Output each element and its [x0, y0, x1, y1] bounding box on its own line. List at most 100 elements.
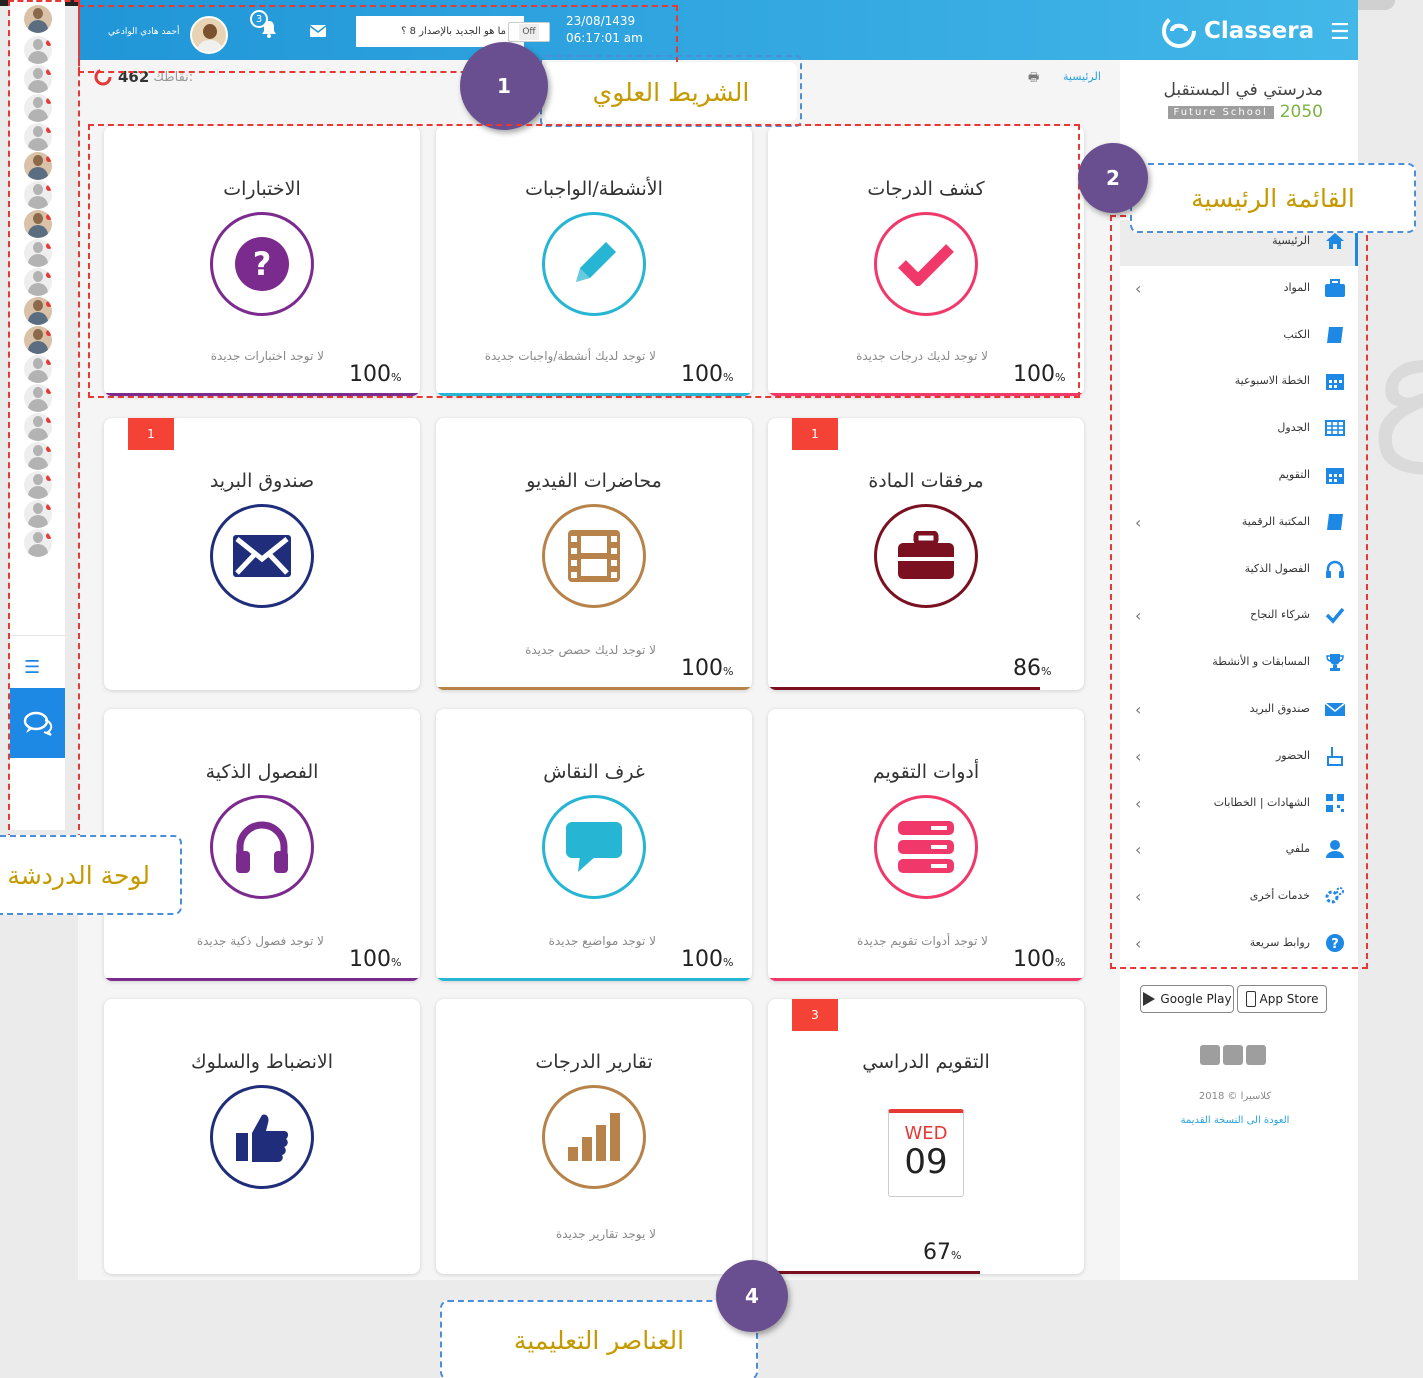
card-percent: 100%	[1013, 947, 1066, 972]
status-dot	[46, 243, 52, 249]
background-decoration: ع	[1370, 300, 1423, 474]
grades-row-highlight	[88, 124, 1080, 398]
twitter-icon[interactable]	[1223, 1045, 1243, 1065]
classera-logo-icon	[1162, 14, 1196, 48]
card-envelope[interactable]: 1 صندوق البريد	[104, 418, 420, 690]
card-percent-value: 67	[923, 1240, 951, 1265]
school-year: 2050	[1279, 102, 1323, 122]
chat-panel-callout: لوحة الدردشة	[0, 835, 182, 915]
card-briefcase[interactable]: 1 مرفقات المادة 86%	[768, 418, 1084, 690]
card-server[interactable]: أدوات التقويم لا توجد أدوات تقويم جديدة 10…	[768, 709, 1084, 981]
card-bar-chart[interactable]: تقارير الدرجات لا يوجد تقارير جديدة	[436, 999, 752, 1274]
status-dot	[46, 98, 52, 104]
card-title: غرف النقاش	[543, 761, 645, 783]
status-dot	[46, 504, 52, 510]
thumbs-up-icon	[210, 1085, 314, 1189]
card-title: تقارير الدرجات	[535, 1051, 653, 1073]
elements-callout: العناصر التعليمية	[440, 1300, 758, 1378]
card-badge: 1	[128, 418, 174, 450]
print-icon[interactable]: 🖶	[1028, 68, 1039, 89]
classera-logo[interactable]: Classera	[1160, 12, 1314, 50]
main-menu-callout: القائمة الرئيسية	[1130, 163, 1416, 233]
card-progress-bar	[768, 687, 1040, 690]
status-dot	[46, 417, 52, 423]
card-note: لا توجد أدوات تقويم جديدة	[856, 934, 988, 948]
card-title: الفصول الذكية	[205, 761, 319, 783]
card-title: الانضباط والسلوك	[191, 1051, 333, 1073]
card-title: التقويم الدراسي	[862, 1051, 990, 1073]
card-percent: 100%	[681, 947, 734, 972]
breadcrumb[interactable]: الرئيسية	[1063, 70, 1101, 83]
status-dot	[46, 272, 52, 278]
card-percent: 86%	[1013, 656, 1052, 681]
calendar-date: 09	[904, 1142, 948, 1182]
card-percent-value: 86	[1013, 656, 1041, 681]
status-dot	[46, 330, 52, 336]
envelope-icon	[210, 504, 314, 608]
school-logo: Future School 2050	[1167, 102, 1323, 122]
card-film[interactable]: محاضرات الفيديو لا توجد لديك حصص جديدة 100…	[436, 418, 752, 690]
card-title: محاضرات الفيديو	[526, 470, 662, 492]
card-percent-value: 100	[1013, 947, 1055, 972]
briefcase-icon	[874, 504, 978, 608]
card-title: أدوات التقويم	[872, 761, 980, 783]
card-percent: 67%	[923, 1240, 962, 1265]
card-progress-bar	[436, 978, 752, 981]
card-comment[interactable]: غرف النقاش لا توجد مواضيع جديدة 100%	[436, 709, 752, 981]
facebook-icon[interactable]	[1246, 1045, 1266, 1065]
card-title: صندوق البريد	[209, 470, 315, 492]
status-dot	[46, 301, 52, 307]
google-play-label: Google Play	[1160, 992, 1232, 1006]
chat-panel-highlight	[8, 0, 80, 840]
annotation-number-4: 4	[716, 1260, 788, 1332]
status-dot	[46, 127, 52, 133]
headphones-icon	[210, 795, 314, 899]
menu-toggle-icon[interactable]: ☰	[1330, 20, 1350, 45]
card-note: لا يوجد تقارير جديدة	[555, 1227, 656, 1241]
phone-icon	[1245, 991, 1256, 1007]
card-percent: 100%	[349, 947, 402, 972]
top-bar-callout: الشريط العلوي	[545, 62, 797, 122]
calendar-day: WED	[904, 1123, 948, 1144]
card-percent-value: 100	[681, 947, 723, 972]
status-dot	[46, 475, 52, 481]
card-title: مرفقات المادة	[868, 470, 984, 492]
copyright: كلاسيرا © 2018	[1198, 1091, 1272, 1102]
annotation-number-1: 1	[460, 42, 548, 130]
card-percent-value: 100	[349, 947, 391, 972]
instagram-icon[interactable]	[1200, 1045, 1220, 1065]
film-icon	[542, 504, 646, 608]
card-calendar[interactable]: 3 التقويم الدراسي WED 09 67%	[768, 999, 1084, 1274]
calendar-icon: WED 09	[888, 1109, 964, 1197]
card-note: لا توجد مواضيع جديدة	[548, 934, 656, 948]
status-dot	[46, 40, 52, 46]
server-icon	[874, 795, 978, 899]
status-dot	[46, 533, 52, 539]
card-percent-value: 100	[681, 656, 723, 681]
card-progress-bar	[436, 687, 752, 690]
status-dot	[46, 214, 52, 220]
status-dot	[46, 388, 52, 394]
app-store-label: App Store	[1259, 992, 1319, 1006]
social-links	[1200, 1045, 1266, 1065]
comment-icon	[542, 795, 646, 899]
card-progress-bar	[768, 1271, 980, 1274]
card-note: لا توجد لديك حصص جديدة	[525, 643, 656, 657]
card-progress-bar	[768, 978, 1084, 981]
card-percent: 100%	[681, 656, 734, 681]
main-menu-highlight	[1110, 215, 1368, 969]
annotation-number-2: 2	[1078, 143, 1148, 213]
google-play-button[interactable]: Google Play	[1140, 985, 1234, 1013]
old-version-link[interactable]: العودة الى النسخة القديمة	[1120, 1115, 1350, 1126]
card-note: لا توجد فصول ذكية جديدة	[196, 934, 324, 948]
card-thumbs-up[interactable]: الانضباط والسلوك	[104, 999, 420, 1274]
school-name-en: Future School	[1167, 105, 1274, 119]
status-dot	[46, 156, 52, 162]
play-store-icon	[1143, 992, 1156, 1006]
status-dot	[46, 446, 52, 452]
app-store-button[interactable]: App Store	[1237, 985, 1327, 1013]
status-dot	[46, 185, 52, 191]
status-dot	[46, 69, 52, 75]
card-progress-bar	[104, 978, 420, 981]
card-badge: 3	[792, 999, 838, 1031]
